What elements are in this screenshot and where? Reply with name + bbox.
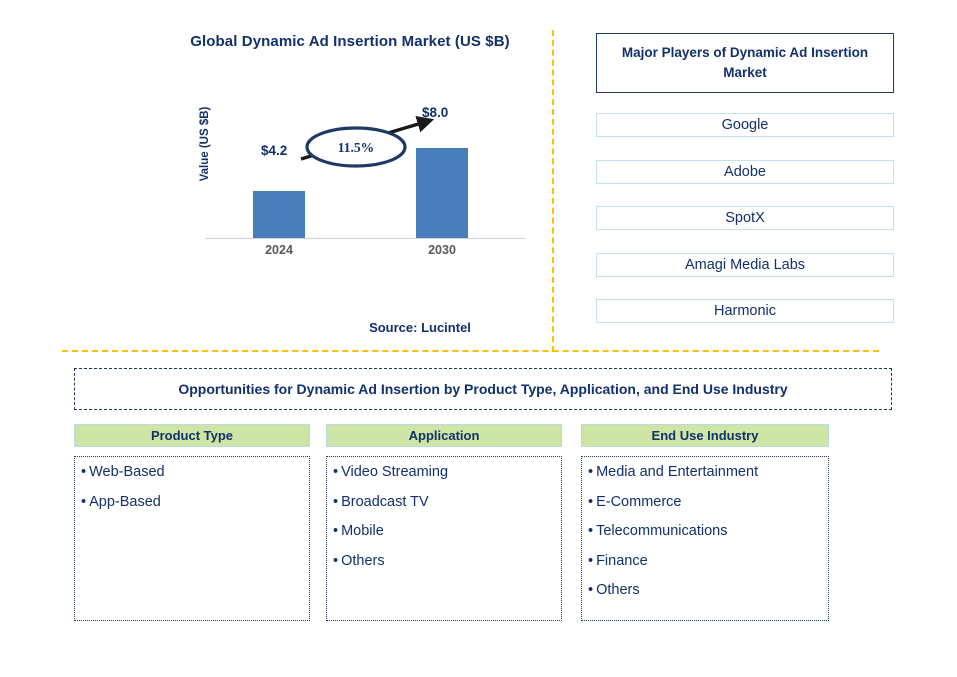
- column-body-end-use-industry: • Media and Entertainment • E-Commerce • Te…: [581, 456, 829, 621]
- column-header-application: Application: [326, 424, 562, 447]
- player-label: Harmonic: [713, 303, 777, 319]
- bullet-icon: •: [588, 552, 594, 569]
- bullet-icon: •: [588, 582, 594, 598]
- bar-2030: [416, 148, 468, 238]
- horizontal-divider: [62, 350, 879, 352]
- opportunities-banner: Opportunities for Dynamic Ad Insertion b…: [74, 368, 892, 410]
- player-item-adobe[interactable]: Adobe: [596, 160, 894, 184]
- bar-chart: Value (US $B) $4.2 $8.0 2024 2030 11.5%: [175, 105, 535, 265]
- column-body-application: • Video Streaming • Broadcast TV • Mobile •…: [326, 456, 562, 621]
- major-players-header: Major Players of Dynamic Ad Insertion Ma…: [596, 33, 894, 93]
- list-item-label: App-Based: [89, 493, 161, 510]
- vertical-divider: [552, 30, 554, 352]
- list-item: • Media and Entertainment: [588, 465, 824, 480]
- bar-value-2024: $4.2: [261, 143, 288, 158]
- list-item: • Web-Based: [81, 465, 305, 480]
- bullet-icon: •: [333, 523, 339, 539]
- player-label: SpotX: [725, 210, 765, 226]
- x-tick-2024: 2024: [265, 243, 293, 257]
- column-body-product-type: • Web-Based • App-Based: [74, 456, 310, 621]
- bullet-icon: •: [588, 493, 594, 510]
- player-label: Adobe: [724, 164, 766, 180]
- list-item-label: Telecommunications: [596, 523, 728, 539]
- list-item: • E-Commerce: [588, 493, 824, 510]
- chart-title: Global Dynamic Ad Insertion Market (US $…: [190, 33, 510, 50]
- bullet-icon: •: [81, 464, 87, 480]
- bullet-icon: •: [333, 552, 339, 569]
- list-item-label: Web-Based: [89, 464, 165, 480]
- bar-value-2030: $8.0: [422, 105, 449, 120]
- column-header-end-use-industry: End Use Industry: [581, 424, 829, 447]
- list-item: • Mobile: [333, 524, 557, 539]
- bullet-icon: •: [333, 464, 339, 480]
- bullet-icon: •: [588, 464, 594, 480]
- y-axis-label: Value (US $B): [199, 106, 211, 182]
- list-item-label: Mobile: [341, 523, 384, 539]
- list-item: • Others: [588, 583, 824, 598]
- list-item-label: Finance: [596, 552, 648, 569]
- player-item-amagi-media-labs[interactable]: Amagi Media Labs: [596, 253, 894, 277]
- list-item: • Others: [333, 552, 557, 569]
- player-item-spotx[interactable]: SpotX: [596, 206, 894, 230]
- list-item: • Broadcast TV: [333, 493, 557, 510]
- list-item-label: Video Streaming: [341, 464, 449, 480]
- x-axis-line: [205, 238, 525, 239]
- list-item: • App-Based: [81, 493, 305, 510]
- cagr-label: 11.5%: [337, 140, 375, 155]
- column-header-product-type: Product Type: [74, 424, 310, 447]
- player-label: Google: [721, 117, 769, 133]
- bar-2024: [253, 191, 305, 238]
- list-item: • Telecommunications: [588, 524, 824, 539]
- bullet-icon: •: [333, 493, 339, 510]
- player-label: Amagi Media Labs: [684, 257, 806, 273]
- list-item: • Finance: [588, 552, 824, 569]
- bullet-icon: •: [81, 493, 87, 510]
- list-item-label: Media and Entertainment: [596, 464, 759, 480]
- list-item-label: Others: [596, 582, 640, 598]
- x-tick-2030: 2030: [428, 243, 456, 257]
- infographic-canvas: Global Dynamic Ad Insertion Market (US $…: [0, 0, 957, 677]
- source-note: Source: Lucintel: [369, 320, 471, 335]
- list-item: • Video Streaming: [333, 465, 557, 480]
- bullet-icon: •: [588, 523, 594, 539]
- player-item-harmonic[interactable]: Harmonic: [596, 299, 894, 323]
- list-item-label: Broadcast TV: [341, 493, 429, 510]
- list-item-label: Others: [341, 552, 385, 569]
- list-item-label: E-Commerce: [596, 493, 682, 510]
- cagr-arrow-icon: [300, 115, 435, 168]
- player-item-google[interactable]: Google: [596, 113, 894, 137]
